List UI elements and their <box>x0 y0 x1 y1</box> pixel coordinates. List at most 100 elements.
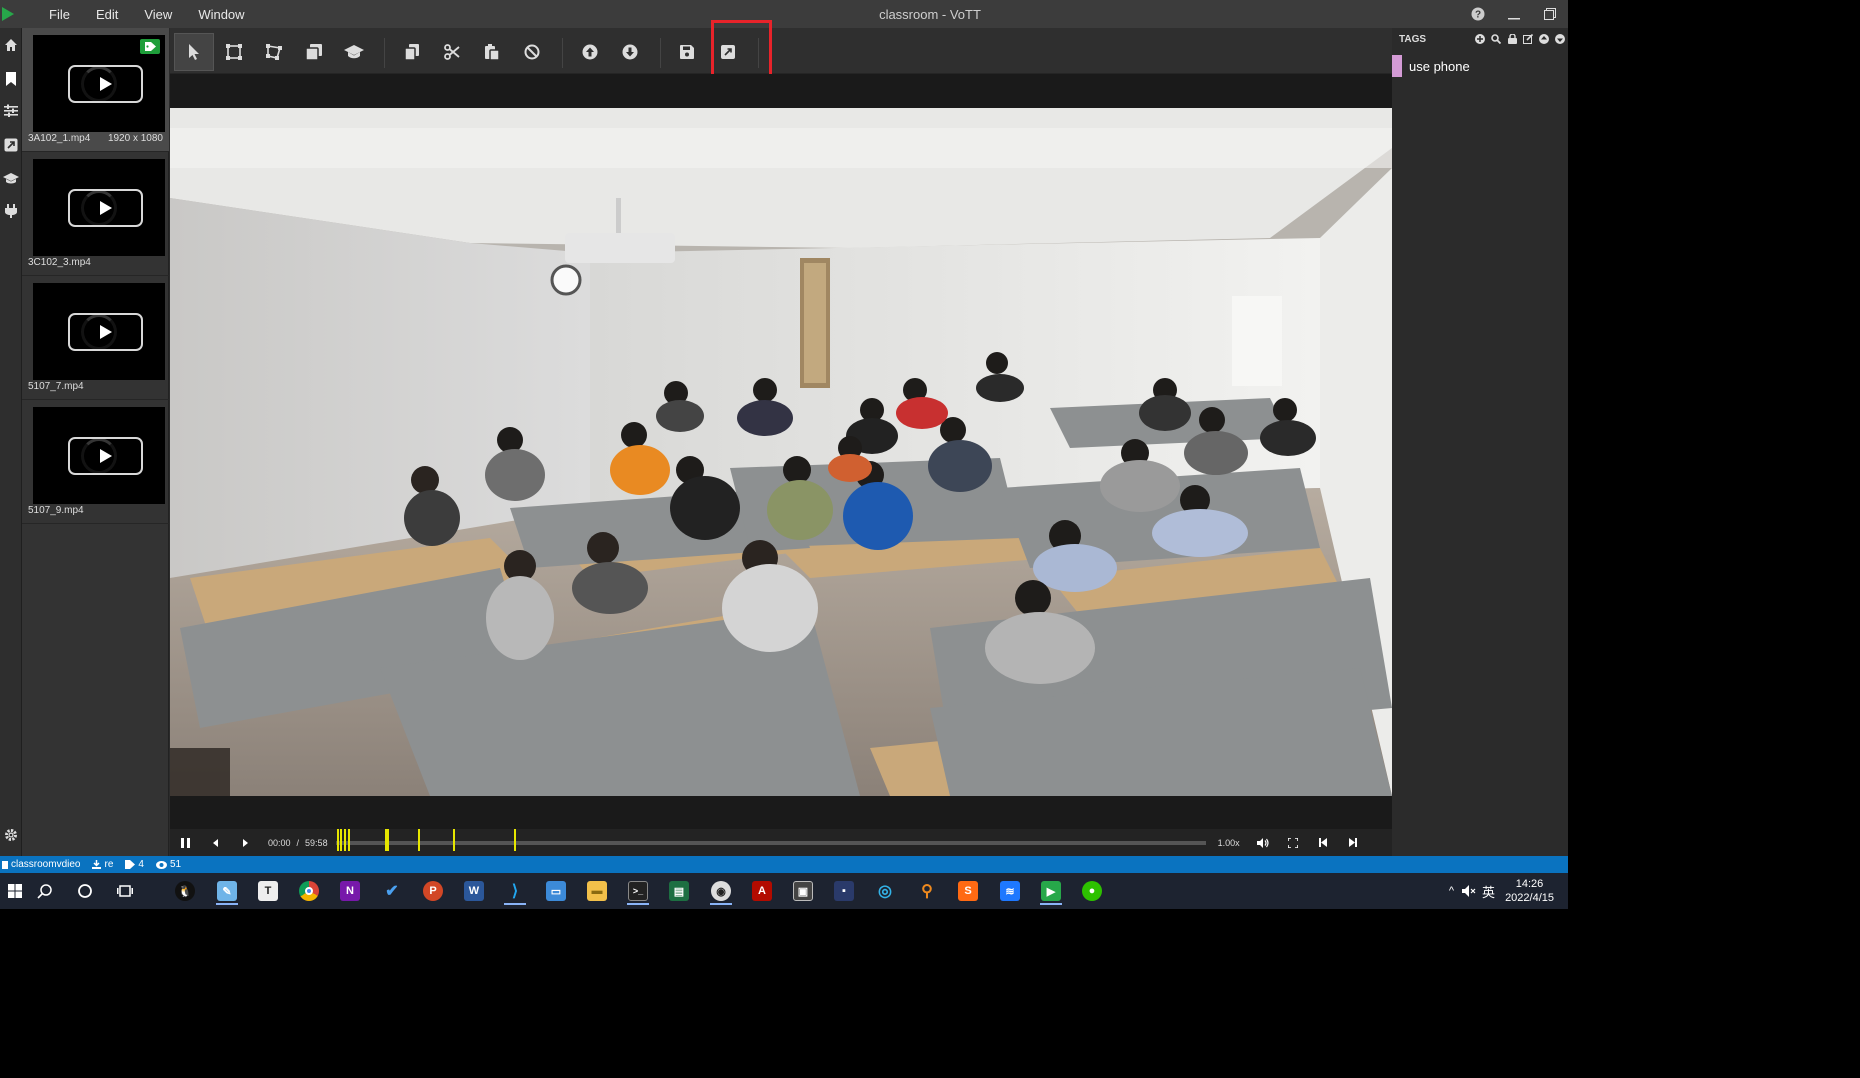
timeline-keyframe-marker[interactable] <box>513 828 516 851</box>
system-clock[interactable]: 14:26 2022/4/15 <box>1505 877 1554 905</box>
lark-icon[interactable]: ≋ <box>995 877 1025 905</box>
asset-item[interactable]: 3A102_1.mp4 1920 x 1080 <box>22 28 169 152</box>
move-up-icon[interactable] <box>1536 32 1552 46</box>
polygon-tool-button[interactable] <box>254 33 294 71</box>
wechat-icon[interactable]: ● <box>1077 877 1107 905</box>
active-learning-icon[interactable] <box>2 170 20 188</box>
rectangle-tool-button[interactable] <box>214 33 254 71</box>
select-tool-button[interactable] <box>174 33 214 71</box>
asset-resolution: 1920 x 1080 <box>107 133 163 144</box>
cut-regions-button[interactable] <box>432 33 472 71</box>
export-project-button[interactable] <box>708 33 748 71</box>
next-frame-button[interactable] <box>230 829 260 856</box>
timeline-keyframe-marker[interactable] <box>344 828 347 851</box>
minimize-button[interactable] <box>1496 0 1532 28</box>
external-link-icon <box>721 45 735 59</box>
menu-file[interactable]: File <box>36 7 83 22</box>
clone-icon <box>306 44 322 60</box>
input-method-indicator[interactable]: 英 <box>1482 882 1495 901</box>
onenote-icon[interactable]: N <box>335 877 365 905</box>
tools-icon[interactable]: ▪ <box>829 877 859 905</box>
gear-icon[interactable] <box>2 826 20 844</box>
help-icon[interactable]: ? <box>1460 0 1496 28</box>
add-tag-icon[interactable] <box>1472 32 1488 46</box>
offscreen-area <box>0 909 1568 1078</box>
menu-window[interactable]: Window <box>185 7 257 22</box>
remove-regions-button[interactable] <box>512 33 552 71</box>
tag-item[interactable]: use phone <box>1392 55 1568 77</box>
sublime-icon[interactable]: S <box>953 877 983 905</box>
timeline-keyframe-marker[interactable] <box>386 828 389 851</box>
previous-tagged-frame-button[interactable] <box>1308 829 1338 856</box>
step-backward-icon <box>1318 838 1327 847</box>
timeline-keyframe-marker[interactable] <box>453 828 456 851</box>
tag-name: use phone <box>1409 58 1470 74</box>
cortana-icon[interactable] <box>70 877 100 905</box>
menu-edit[interactable]: Edit <box>83 7 131 22</box>
asset-item[interactable]: 3C102_3.mp4 <box>22 152 169 276</box>
restore-button[interactable] <box>1532 0 1568 28</box>
save-project-button[interactable] <box>667 33 707 71</box>
timeline-progress-bar[interactable] <box>335 828 1206 851</box>
next-tagged-frame-button[interactable] <box>1338 829 1368 856</box>
windows-start-icon[interactable] <box>0 877 30 905</box>
search-icon[interactable] <box>1488 32 1504 46</box>
terminal-icon[interactable]: >_ <box>623 877 653 905</box>
video-frame[interactable] <box>170 108 1392 796</box>
powerpoint-icon[interactable]: P <box>418 877 448 905</box>
speaker-muted-icon[interactable] <box>1462 885 1476 897</box>
eye-icon <box>155 860 167 869</box>
chrome-icon[interactable] <box>294 877 324 905</box>
pause-button[interactable] <box>170 829 200 856</box>
obs-icon[interactable]: ◉ <box>706 877 736 905</box>
previous-frame-button[interactable] <box>200 829 230 856</box>
explorer-icon[interactable]: ▬ <box>582 877 612 905</box>
remote-icon[interactable]: ▭ <box>541 877 571 905</box>
export-icon[interactable] <box>2 136 20 154</box>
excel-icon[interactable]: ▤ <box>664 877 694 905</box>
vott-logo-icon <box>2 7 14 21</box>
settings-sliders-icon[interactable] <box>2 102 20 120</box>
chevron-up-icon[interactable]: ^ <box>1449 885 1454 897</box>
lock-icon[interactable] <box>1504 32 1520 46</box>
timeline-keyframe-marker[interactable] <box>418 828 421 851</box>
home-icon[interactable] <box>2 36 20 54</box>
taskbar-search-icon[interactable] <box>30 877 60 905</box>
menu-view[interactable]: View <box>131 7 185 22</box>
tag-icon <box>140 39 160 54</box>
paste-regions-button[interactable] <box>472 33 512 71</box>
task-view-icon[interactable] <box>110 877 140 905</box>
asset-name: 5107_9.mp4 <box>28 505 84 516</box>
copy-regions-button[interactable] <box>392 33 432 71</box>
arrow-circle-up-icon <box>582 44 598 60</box>
todo-icon[interactable]: ✔ <box>377 877 407 905</box>
previous-asset-button[interactable] <box>570 33 610 71</box>
bookmark-icon[interactable] <box>2 70 20 88</box>
fullscreen-button[interactable] <box>1278 829 1308 856</box>
timeline-keyframe-marker[interactable] <box>339 828 342 851</box>
active-learning-tool-button[interactable] <box>334 33 374 71</box>
edit-icon[interactable] <box>1520 32 1536 46</box>
word-icon[interactable]: W <box>459 877 489 905</box>
asset-item[interactable]: 5107_7.mp4 <box>22 276 169 400</box>
note-icon[interactable]: ✎ <box>212 877 242 905</box>
copy-rectangle-tool-button[interactable] <box>294 33 334 71</box>
edge-dev-icon[interactable]: ◎ <box>870 877 900 905</box>
asset-item[interactable]: 5107_9.mp4 <box>22 400 169 524</box>
qq-icon[interactable]: 🐧 <box>170 877 200 905</box>
acrobat-icon[interactable]: A <box>747 877 777 905</box>
vscode-icon[interactable]: ⟩ <box>500 877 530 905</box>
editor-toolbar <box>170 28 1392 74</box>
search-app-icon[interactable]: ⚲ <box>912 877 942 905</box>
next-asset-button[interactable] <box>610 33 650 71</box>
timeline-keyframe-marker[interactable] <box>347 828 350 851</box>
typora-icon[interactable]: T <box>253 877 283 905</box>
plugin-icon[interactable] <box>2 202 20 220</box>
volume-button[interactable] <box>1248 829 1278 856</box>
vott-icon[interactable]: ▶ <box>1036 877 1066 905</box>
toolbar-separator <box>758 38 759 68</box>
playback-speed[interactable]: 1.00x <box>1218 838 1240 848</box>
move-down-icon[interactable] <box>1552 32 1568 46</box>
photos-icon[interactable]: ▣ <box>788 877 818 905</box>
tags-icon <box>125 860 136 869</box>
